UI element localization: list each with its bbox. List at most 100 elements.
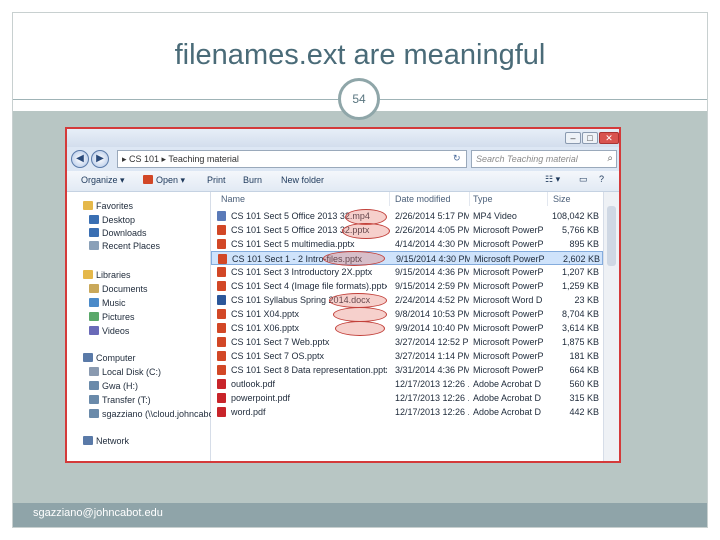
file-icon bbox=[217, 309, 226, 319]
nav-item[interactable]: Downloads bbox=[89, 227, 147, 239]
burn-button[interactable]: Burn bbox=[243, 175, 262, 185]
open-menu[interactable]: Open ▾ bbox=[143, 175, 185, 186]
nav-item[interactable]: Music bbox=[89, 297, 126, 309]
folder-icon bbox=[89, 326, 99, 335]
column-divider[interactable] bbox=[389, 192, 390, 206]
annotation-ellipse-pptx bbox=[323, 251, 385, 266]
file-size: 3,614 KB bbox=[561, 323, 599, 333]
nav-item-label: Recent Places bbox=[102, 241, 161, 251]
preview-pane-icon[interactable]: ▭ bbox=[579, 174, 588, 185]
nav-item-label: Desktop bbox=[102, 215, 136, 225]
nav-item[interactable]: Gwa (H:) bbox=[89, 380, 138, 392]
organize-menu[interactable]: Organize ▾ bbox=[81, 175, 125, 186]
file-date: 3/31/2014 4:36 PM bbox=[395, 365, 469, 375]
file-size: 1,875 KB bbox=[561, 337, 599, 347]
search-input[interactable]: Search Teaching material ⌕ bbox=[471, 150, 617, 168]
nav-item[interactable]: Documents bbox=[89, 283, 148, 295]
annotation-ellipse-pptx bbox=[342, 223, 390, 239]
file-row[interactable]: CS 101 Syllabus Spring 2014.docx 2/24/201… bbox=[211, 293, 603, 307]
file-icon bbox=[217, 407, 226, 417]
help-button[interactable]: ? bbox=[599, 174, 604, 184]
file-row[interactable]: CS 101 Sect 1 - 2 Intro-files.pptx 9/15/2… bbox=[211, 251, 603, 265]
nav-item[interactable]: Recent Places bbox=[89, 240, 160, 252]
nav-item-label: Pictures bbox=[102, 312, 135, 322]
folder-icon bbox=[83, 270, 93, 279]
file-icon bbox=[217, 225, 226, 235]
nav-item-label: Local Disk (C:) bbox=[102, 367, 162, 377]
file-row[interactable]: CS 101 Sect 3 Introductory 2X.pptx 9/15/2… bbox=[211, 265, 603, 279]
folder-icon bbox=[89, 312, 99, 321]
file-type: Microsoft PowerP bbox=[473, 309, 544, 319]
close-button[interactable]: ✕ bbox=[599, 132, 619, 144]
nav-item-label: Music bbox=[102, 298, 126, 308]
folder-icon bbox=[89, 215, 99, 224]
file-row[interactable]: CS 101 Sect 4 (Image file formats).pptx 9… bbox=[211, 279, 603, 293]
file-type: Microsoft PowerP bbox=[473, 239, 544, 249]
nav-item[interactable]: Computer bbox=[83, 352, 136, 364]
minimize-button[interactable]: – bbox=[565, 132, 581, 144]
annotation-ellipse-docx bbox=[335, 321, 385, 336]
nav-item[interactable]: Videos bbox=[89, 325, 129, 337]
nav-item[interactable]: Network bbox=[83, 435, 129, 447]
address-bar[interactable]: ▸ CS 101 ▸ Teaching material bbox=[117, 150, 467, 168]
file-type: MP4 Video bbox=[473, 211, 517, 221]
maximize-button[interactable]: □ bbox=[582, 132, 598, 144]
forward-button[interactable]: ▶ bbox=[91, 150, 109, 168]
nav-item[interactable]: Pictures bbox=[89, 311, 135, 323]
file-row[interactable]: CS 101 X04.pptx 9/8/2014 10:53 PM Microsof… bbox=[211, 307, 603, 321]
file-date: 9/8/2014 10:53 PM bbox=[395, 309, 469, 319]
file-row[interactable]: CS 101 Sect 8 Data representation.pptx 3/… bbox=[211, 363, 603, 377]
column-divider[interactable] bbox=[547, 192, 548, 206]
file-icon bbox=[217, 281, 226, 291]
nav-item[interactable]: sgazziano (\\cloud.johncabot bbox=[89, 408, 216, 420]
annotation-ellipse-pptx bbox=[329, 293, 387, 308]
file-size: 2,602 KB bbox=[562, 254, 600, 264]
file-row[interactable]: CS 101 Sect 5 Office 2013 32.mp4 2/26/201… bbox=[211, 209, 603, 223]
file-row[interactable]: powerpoint.pdf 12/17/2013 12:26 ... Adobe … bbox=[211, 391, 603, 405]
print-button[interactable]: Print bbox=[207, 175, 226, 185]
nav-item[interactable]: Local Disk (C:) bbox=[89, 366, 161, 378]
scrollbar-thumb[interactable] bbox=[607, 206, 616, 266]
column-type-header[interactable]: Type bbox=[473, 194, 493, 204]
back-button[interactable]: ◀ bbox=[71, 150, 89, 168]
column-name-header[interactable]: Name bbox=[221, 194, 245, 204]
folder-icon bbox=[89, 241, 99, 250]
powerpoint-icon bbox=[143, 175, 153, 184]
nav-item[interactable]: Desktop bbox=[89, 214, 135, 226]
nav-item[interactable]: Transfer (T:) bbox=[89, 394, 151, 406]
vertical-scrollbar[interactable] bbox=[603, 192, 619, 461]
nav-item-label: Favorites bbox=[96, 201, 134, 211]
title-divider-right bbox=[380, 99, 707, 100]
annotation-ellipse-pptx bbox=[333, 307, 387, 322]
file-row[interactable]: CS 101 Sect 5 Office 2013 32.pptx 2/26/20… bbox=[211, 223, 603, 237]
new-folder-button[interactable]: New folder bbox=[281, 175, 324, 185]
file-row[interactable]: CS 101 X06.pptx 9/9/2014 10:40 PM Microsof… bbox=[211, 321, 603, 335]
window-titlebar[interactable]: – □ ✕ bbox=[67, 129, 619, 147]
file-type: Microsoft PowerP bbox=[473, 281, 544, 291]
file-type: Adobe Acrobat D bbox=[473, 407, 542, 417]
file-type: Microsoft Word D bbox=[473, 295, 543, 305]
column-date-header[interactable]: Date modified bbox=[395, 194, 451, 204]
column-divider[interactable] bbox=[469, 192, 470, 206]
nav-item-label: Documents bbox=[102, 284, 148, 294]
file-row[interactable]: outlook.pdf 12/17/2013 12:26 ... Adobe Acr… bbox=[211, 377, 603, 391]
file-icon bbox=[218, 254, 227, 264]
refresh-icon[interactable]: ↻ bbox=[453, 150, 467, 166]
file-row[interactable]: word.pdf 12/17/2013 12:26 ... Adobe Acroba… bbox=[211, 405, 603, 419]
file-date: 3/27/2014 1:14 PM bbox=[395, 351, 469, 361]
file-date: 12/17/2013 12:26 ... bbox=[395, 393, 469, 403]
file-icon bbox=[217, 379, 226, 389]
file-icon bbox=[217, 267, 226, 277]
nav-item[interactable]: Libraries bbox=[83, 269, 131, 281]
file-row[interactable]: CS 101 Sect 7 OS.pptx 3/27/2014 1:14 PM Mi… bbox=[211, 349, 603, 363]
views-button[interactable]: ☷ ▾ bbox=[545, 174, 560, 185]
file-date: 3/27/2014 12:52 PM bbox=[395, 337, 469, 347]
file-row[interactable]: CS 101 Sect 5 multimedia.pptx 4/14/2014 4… bbox=[211, 237, 603, 251]
file-row[interactable]: CS 101 Sect 7 Web.pptx 3/27/2014 12:52 PM… bbox=[211, 335, 603, 349]
file-size: 108,042 KB bbox=[551, 211, 599, 221]
nav-item[interactable]: Favorites bbox=[83, 200, 133, 212]
nav-item-label: Gwa (H:) bbox=[102, 381, 138, 391]
file-icon bbox=[217, 211, 226, 221]
column-size-header[interactable]: Size bbox=[553, 194, 571, 204]
navigation-pane: Favorites Desktop Downloads Recent Places Li… bbox=[67, 192, 216, 461]
